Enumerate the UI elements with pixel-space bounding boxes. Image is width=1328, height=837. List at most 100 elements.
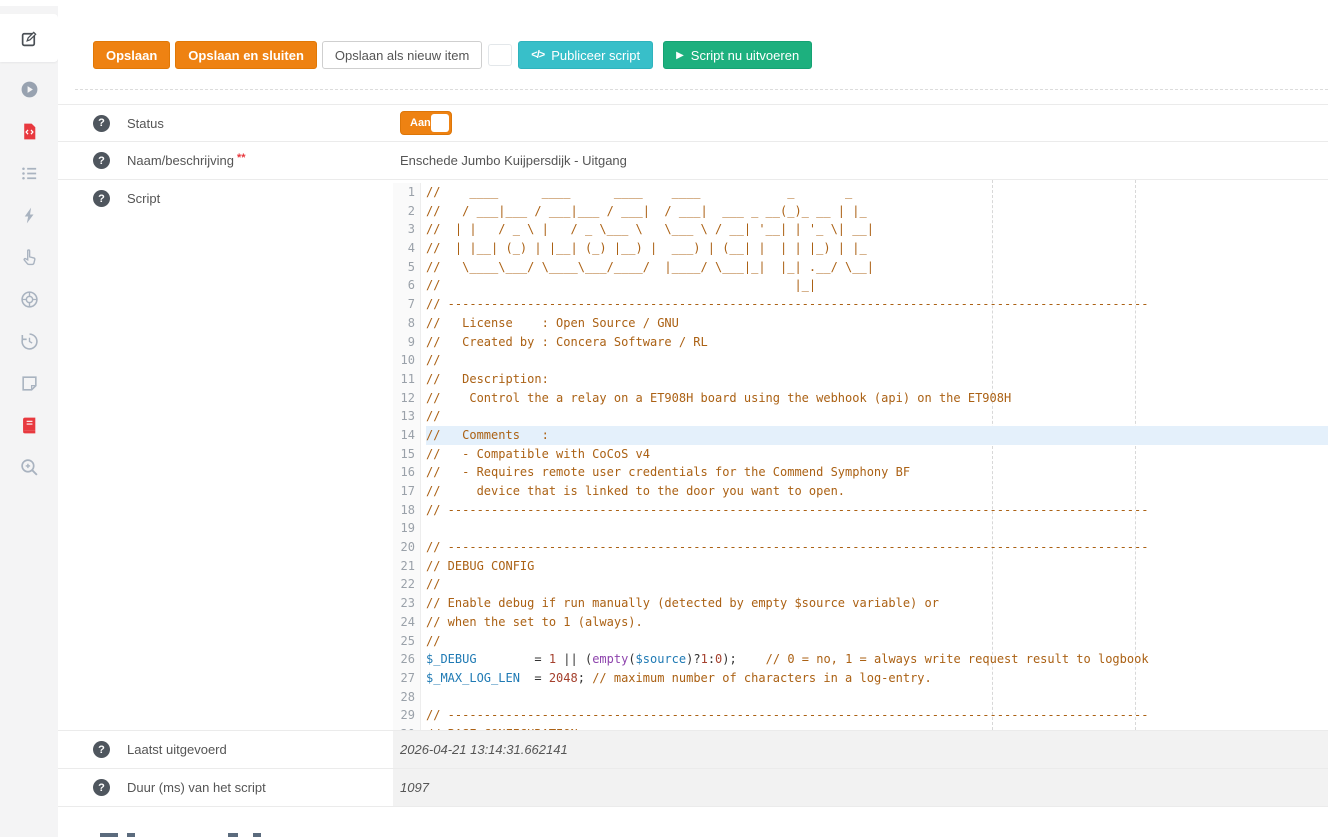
help-icon[interactable]: ? <box>93 779 110 796</box>
code-line[interactable]: // <box>426 575 1328 594</box>
line-number: 11 <box>393 370 415 389</box>
help-icon[interactable]: ? <box>93 115 110 132</box>
book-icon <box>20 416 39 435</box>
publish-script-button[interactable]: </> Publiceer script <box>518 41 653 69</box>
line-number: 14 <box>393 426 415 445</box>
edit-icon <box>20 29 39 48</box>
code-line[interactable]: // \____\___/ \____\___/____/ |____/ \__… <box>426 258 1328 277</box>
duration-value-cell: 1097 <box>393 769 1328 806</box>
sidebar-items <box>0 14 58 488</box>
sidebar-item-bolt[interactable] <box>0 194 58 236</box>
save-and-close-button[interactable]: Opslaan en sluiten <box>175 41 317 69</box>
sidebar-item-history[interactable] <box>0 320 58 362</box>
cutoff-content <box>58 832 1328 837</box>
line-number: 29 <box>393 706 415 725</box>
sidebar-item-sticky-note[interactable] <box>0 362 58 404</box>
line-number: 21 <box>393 557 415 576</box>
code-line[interactable]: // when the set to 1 (always). <box>426 613 1328 632</box>
code-line[interactable] <box>426 519 1328 538</box>
code-line[interactable]: $_DEBUG = 1 || (empty($source)?1:0); // … <box>426 650 1328 669</box>
sidebar-item-file-code[interactable] <box>0 110 58 152</box>
line-number: 4 <box>393 239 415 258</box>
line-number: 10 <box>393 351 415 370</box>
code-line[interactable]: // <box>426 351 1328 370</box>
code-line[interactable] <box>426 688 1328 707</box>
line-number: 8 <box>393 314 415 333</box>
sidebar-item-search-plus[interactable] <box>0 446 58 488</box>
line-number: 16 <box>393 463 415 482</box>
inline-checkbox[interactable] <box>488 44 512 66</box>
code-line[interactable]: // |_| <box>426 276 1328 295</box>
code-line[interactable]: // ____ ____ ____ ____ _ _ <box>426 183 1328 202</box>
main-content: Opslaan Opslaan en sluiten Opslaan als n… <box>58 0 1328 837</box>
line-number: 7 <box>393 295 415 314</box>
code-line[interactable]: // Created by : Concera Software / RL <box>426 333 1328 352</box>
code-lines[interactable]: // ____ ____ ____ ____ _ _ // / ___|___ … <box>421 183 1328 730</box>
code-line[interactable]: // BASE CONFIGURATION <box>426 725 1328 730</box>
sticky-note-icon <box>20 374 39 393</box>
sidebar-item-life-ring[interactable] <box>0 278 58 320</box>
code-icon: </> <box>531 49 544 61</box>
script-label-cell: ? Script <box>58 180 393 730</box>
status-toggle-label: Aan <box>401 117 431 129</box>
status-row: ? Status Aan <box>58 104 1328 142</box>
search-plus-icon <box>20 458 39 477</box>
code-editor[interactable]: 1234567891011121314151617181920212223242… <box>393 180 1328 730</box>
help-icon[interactable]: ? <box>93 152 110 169</box>
code-line[interactable]: // Comments : <box>426 426 1328 445</box>
code-line[interactable]: // Control the a relay on a ET908H board… <box>426 389 1328 408</box>
code-line[interactable]: // <box>426 632 1328 651</box>
code-line[interactable]: // | | / _ \ | / _ \___ \ \___ \ / __| '… <box>426 220 1328 239</box>
code-line[interactable]: // -------------------------------------… <box>426 295 1328 314</box>
code-line[interactable]: // | |__| (_) | |__| (_) |__) | ___) | (… <box>426 239 1328 258</box>
help-icon[interactable]: ? <box>93 741 110 758</box>
duration-label: Duur (ms) van het script <box>127 780 266 795</box>
line-number: 22 <box>393 575 415 594</box>
file-code-icon <box>20 122 39 141</box>
run-script-button[interactable]: ▶ Script nu uitvoeren <box>663 41 812 69</box>
last-run-value: 2026-04-21 13:14:31.662141 <box>400 742 568 757</box>
code-line[interactable]: // <box>426 407 1328 426</box>
code-line[interactable]: // Enable debug if run manually (detecte… <box>426 594 1328 613</box>
toggle-knob <box>431 114 449 132</box>
code-line[interactable]: // License : Open Source / GNU <box>426 314 1328 333</box>
code-line[interactable]: // Description: <box>426 370 1328 389</box>
code-line[interactable]: // -------------------------------------… <box>426 538 1328 557</box>
sidebar-item-play-circle[interactable] <box>0 68 58 110</box>
sidebar-item-list[interactable] <box>0 152 58 194</box>
script-value-cell: 1234567891011121314151617181920212223242… <box>393 180 1328 730</box>
code-line[interactable]: // -------------------------------------… <box>426 501 1328 520</box>
status-toggle[interactable]: Aan <box>400 111 452 135</box>
line-number: 30 <box>393 725 415 730</box>
sidebar-item-edit[interactable] <box>0 14 58 62</box>
status-label: Status <box>127 116 164 131</box>
code-line[interactable]: // - Requires remote user credentials fo… <box>426 463 1328 482</box>
line-number: 18 <box>393 501 415 520</box>
last-run-label-cell: ? Laatst uitgevoerd <box>58 741 393 758</box>
line-number: 3 <box>393 220 415 239</box>
script-label: Script <box>127 191 160 206</box>
line-number: 5 <box>393 258 415 277</box>
bolt-icon <box>20 206 39 225</box>
publish-script-label: Publiceer script <box>551 48 640 63</box>
status-value-cell: Aan <box>393 111 1328 135</box>
sidebar-item-book[interactable] <box>0 404 58 446</box>
line-number: 6 <box>393 276 415 295</box>
help-icon[interactable]: ? <box>93 190 110 207</box>
code-line[interactable]: // / ___|___ / ___|___ / ___| / ___| ___… <box>426 202 1328 221</box>
script-row: ? Script 1234567891011121314151617181920… <box>58 180 1328 731</box>
code-line[interactable]: // device that is linked to the door you… <box>426 482 1328 501</box>
code-line[interactable]: // -------------------------------------… <box>426 706 1328 725</box>
line-number: 20 <box>393 538 415 557</box>
required-marker: ** <box>237 152 246 164</box>
code-line[interactable]: // - Compatible with CoCoS v4 <box>426 445 1328 464</box>
name-field[interactable]: Enschede Jumbo Kuijpersdijk - Uitgang <box>400 153 627 168</box>
name-label: Naam/beschrijving** <box>127 153 246 168</box>
code-line[interactable]: $_MAX_LOG_LEN = 2048; // maximum number … <box>426 669 1328 688</box>
save-as-new-item-button[interactable]: Opslaan als nieuw item <box>322 41 482 69</box>
code-line[interactable]: // DEBUG CONFIG <box>426 557 1328 576</box>
app-root: Opslaan Opslaan en sluiten Opslaan als n… <box>0 0 1328 837</box>
line-number: 13 <box>393 407 415 426</box>
sidebar-item-hand-pointer[interactable] <box>0 236 58 278</box>
save-button[interactable]: Opslaan <box>93 41 170 69</box>
